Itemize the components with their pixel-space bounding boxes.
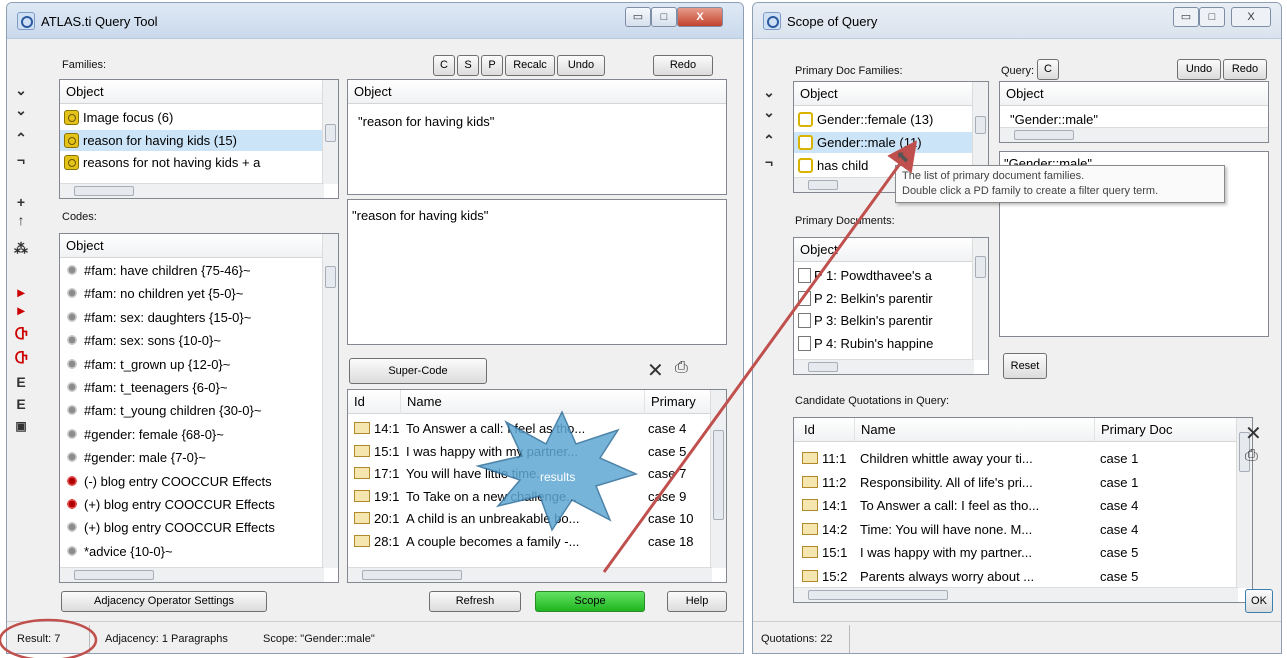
scope-to-family-arrow <box>602 140 918 573</box>
results-callout-label: results <box>540 470 576 484</box>
result-highlight-ellipse <box>0 618 98 658</box>
mouse-cursor-icon: ⬉ <box>896 149 910 166</box>
annotation-overlay <box>0 140 918 658</box>
